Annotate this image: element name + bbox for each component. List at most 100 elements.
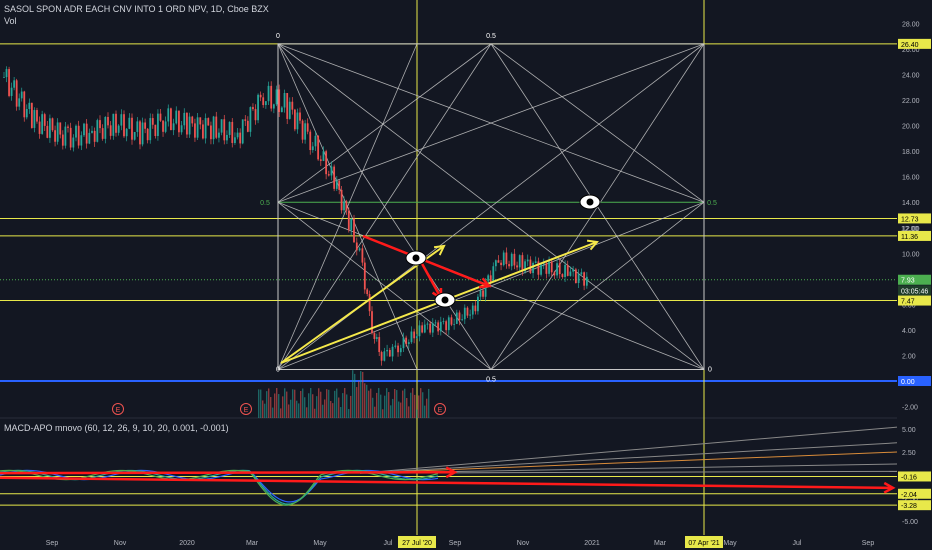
candle-body <box>10 87 13 96</box>
candle-body <box>170 108 172 131</box>
y-tick-label: 24.00 <box>902 73 920 80</box>
x-tick-label: Mar <box>654 540 667 547</box>
candle-body <box>215 116 218 138</box>
candle-body <box>363 262 366 290</box>
x-tick-label: Jul <box>793 540 802 547</box>
candle-body <box>580 272 583 275</box>
candle-body <box>144 122 147 129</box>
y-tick-label: 14.00 <box>902 200 920 207</box>
x-tick-label: Nov <box>114 540 127 547</box>
candle-body <box>513 253 516 266</box>
candle-body <box>107 116 109 126</box>
volume-bar <box>396 390 398 418</box>
candle-body <box>220 119 223 133</box>
volume-bar <box>266 391 268 418</box>
eye-pupil <box>586 198 594 206</box>
candle-body <box>447 317 450 331</box>
candle-body <box>516 265 518 268</box>
candle-body <box>572 269 575 272</box>
volume-bar <box>294 389 296 418</box>
candle-body <box>280 107 283 113</box>
price-label: 7.47 <box>901 299 915 306</box>
macd-price-label: -3.28 <box>901 503 917 510</box>
candle-body <box>466 307 469 316</box>
candle-body <box>93 130 96 142</box>
candle-body <box>239 132 242 144</box>
candle-body <box>178 110 180 133</box>
candle-body <box>13 80 16 88</box>
candle-body <box>128 117 131 129</box>
candle-body <box>548 261 550 274</box>
volume-bar <box>390 405 392 418</box>
candle-body <box>8 69 10 96</box>
volume-bar <box>386 388 388 418</box>
volume-bar <box>340 407 342 418</box>
candle-body <box>194 123 196 138</box>
volume-bar <box>424 405 426 418</box>
volume-bar <box>388 392 390 418</box>
volume-bar <box>328 389 330 418</box>
candle-body <box>394 345 397 347</box>
price-label: 0.00 <box>901 379 915 386</box>
volume-bar <box>304 397 306 418</box>
candle-body <box>207 118 210 126</box>
macd-y-tick-label: 2.50 <box>902 450 916 457</box>
candle-body <box>375 337 378 339</box>
candle-body <box>296 112 299 130</box>
candle-body <box>314 135 317 147</box>
candle-body <box>38 121 41 134</box>
volume-bar <box>298 403 300 418</box>
gann-label: 0 <box>276 367 280 374</box>
candle-body <box>474 305 477 312</box>
candle-body <box>437 322 440 332</box>
candle-body <box>301 120 304 140</box>
candle-body <box>322 151 325 161</box>
candle-body <box>391 346 394 357</box>
candle-body <box>61 134 64 146</box>
volume-bar <box>280 408 282 418</box>
macd-y-tick-label: -5.00 <box>902 519 918 526</box>
candle-body <box>293 109 296 130</box>
candle-body <box>556 263 558 276</box>
y-tick-label: 10.00 <box>902 251 920 258</box>
chart-canvas[interactable]: 28.0026.0024.0022.0020.0018.0016.0014.00… <box>0 0 932 550</box>
volume-bar <box>276 388 278 418</box>
candle-body <box>371 311 373 334</box>
volume-bar <box>358 381 360 418</box>
volume-bar <box>352 370 354 418</box>
candle-body <box>51 118 54 131</box>
candle-body <box>25 109 28 118</box>
candle-body <box>278 89 281 113</box>
candle-body <box>415 336 418 339</box>
candle-body <box>577 274 580 283</box>
y-tick-label: 18.00 <box>902 149 920 156</box>
candle-body <box>154 124 157 137</box>
candle-body <box>56 122 59 142</box>
candle-body <box>333 166 336 189</box>
candle-body <box>355 242 358 251</box>
candle-body <box>72 137 75 148</box>
candle-body <box>410 331 413 343</box>
candle-body <box>117 125 120 133</box>
candle-body <box>41 114 44 134</box>
candle-body <box>259 94 262 98</box>
volume-bar <box>354 373 356 418</box>
candle-body <box>20 91 23 99</box>
candle-body <box>319 159 322 161</box>
candle-body <box>330 166 333 176</box>
y-tick-label: 16.00 <box>902 175 920 182</box>
candle-body <box>104 116 107 139</box>
candle-body <box>421 325 424 333</box>
volume-bar <box>288 404 290 418</box>
macd-line <box>0 469 439 505</box>
volume-bar <box>400 402 402 418</box>
candle-body <box>15 80 18 107</box>
candle-body <box>345 201 348 211</box>
volume-bar <box>286 391 288 418</box>
candle-body <box>236 132 239 138</box>
candle-body <box>388 349 391 357</box>
volume-bar <box>314 408 316 418</box>
candle-body <box>434 322 437 324</box>
y-tick-label: 2.00 <box>902 353 916 360</box>
candle-body <box>172 123 175 131</box>
